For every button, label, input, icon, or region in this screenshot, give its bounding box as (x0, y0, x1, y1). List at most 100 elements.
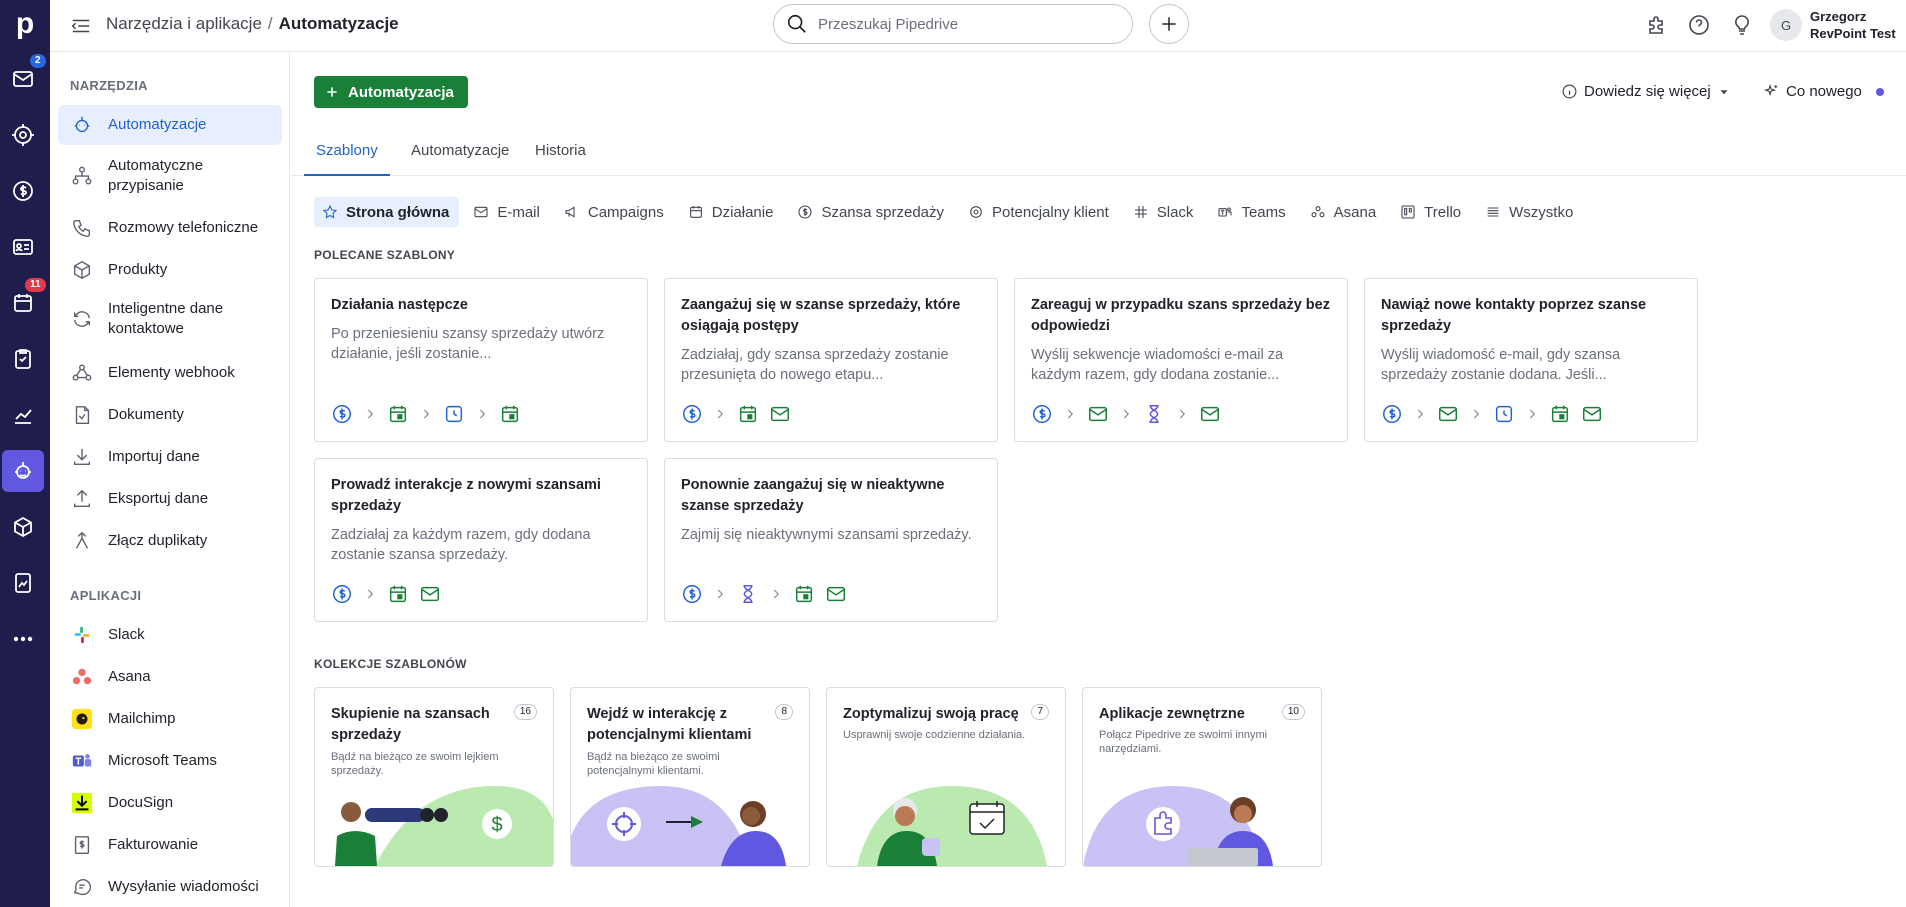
category-chips: Strona główna E-mail Campaigns Działanie… (314, 197, 1589, 227)
info-icon (1562, 84, 1577, 99)
sparkle-icon (1763, 83, 1778, 97)
more-icon[interactable] (2, 618, 44, 660)
collection-description: Połącz Pipedrive ze swoimi innymi narzęd… (1099, 729, 1268, 755)
collection-card[interactable]: Aplikacje zewnętrzne 10 Połącz Pipedrive… (1082, 687, 1322, 867)
sidebar-item-invoicing[interactable]: Fakturowanie (58, 825, 282, 865)
learn-more-dropdown[interactable]: Dowiedz się więcej (1561, 83, 1731, 100)
chip-email[interactable]: E-mail (465, 197, 550, 227)
collection-description: Bądź na bieżąco ze swoim lejkiem sprzeda… (331, 751, 499, 777)
breadcrumb: Narzędzia i aplikacje / Automatyzacje (106, 14, 399, 34)
mail-badge: 2 (30, 54, 46, 68)
tips-lightbulb-icon[interactable] (1730, 13, 1754, 37)
slack-icon (1134, 206, 1147, 218)
breadcrumb-parent[interactable]: Narzędzia i aplikacje (106, 14, 262, 33)
products-box-icon[interactable] (2, 506, 44, 548)
sidebar-item-merge-duplicates[interactable]: Złącz duplikaty (58, 521, 282, 561)
whats-new-label: Co nowego (1786, 83, 1862, 100)
collection-count-badge: 8 (775, 704, 793, 720)
user-company: RevPoint Test (1810, 26, 1896, 41)
template-flow (681, 403, 791, 425)
collapse-menu-icon[interactable] (70, 15, 92, 37)
template-card[interactable]: Działania następcze Po przeniesieniu sza… (314, 278, 648, 442)
template-title: Ponownie zaangażuj się w nieaktywne szan… (681, 477, 945, 514)
deal-dollar-icon (683, 405, 701, 423)
template-card[interactable]: Nawiąż nowe kontakty poprzez szanse sprz… (1364, 278, 1698, 442)
avatar[interactable]: G (1770, 9, 1802, 41)
sidebar-item-slack[interactable]: Slack (58, 615, 282, 655)
tasks-clipboard-icon[interactable] (2, 338, 44, 380)
chip-trello[interactable]: Trello (1392, 197, 1471, 227)
chip-label: Działanie (711, 203, 774, 221)
chip-teams[interactable]: Teams (1209, 197, 1295, 227)
chip-slack[interactable]: Slack (1125, 197, 1204, 227)
main-content: Automatyzacja Dowiedz się więcej Co nowe… (291, 52, 1906, 907)
tab-templates[interactable]: Szablony (304, 136, 390, 176)
sidebar-item-import[interactable]: Importuj dane (58, 437, 282, 477)
search-icon (787, 14, 806, 33)
user-account[interactable]: Grzegorz RevPoint Test (1810, 8, 1896, 42)
chip-home[interactable]: Strona główna (314, 197, 460, 227)
chevron-right-icon (773, 589, 779, 599)
deals-dollar-icon[interactable] (2, 170, 44, 212)
chevron-right-icon (367, 589, 373, 599)
search-box[interactable] (773, 4, 1133, 44)
template-flow (1381, 403, 1603, 425)
sidebar-item-messaging[interactable]: Wysyłanie wiadomości (58, 867, 282, 907)
leads-target-icon[interactable] (2, 114, 44, 156)
sidebar-item-calls[interactable]: Rozmowy telefoniczne (58, 208, 282, 248)
help-icon[interactable] (1687, 13, 1711, 37)
chevron-right-icon (367, 409, 373, 419)
collection-card[interactable]: Wejdź w interakcję z potencjalnymi klien… (570, 687, 810, 867)
sidebar-item-mailchimp[interactable]: Mailchimp (58, 699, 282, 739)
optimize-illustration (857, 786, 1047, 866)
sidebar-item-auto-assignment[interactable]: Automatyczne przypisanie (58, 152, 282, 200)
sidebar-item-asana[interactable]: Asana (58, 657, 282, 697)
quick-add-button[interactable] (1149, 4, 1189, 44)
search-input[interactable] (818, 15, 1118, 33)
sidebar-item-automations[interactable]: Automatyzacje (58, 105, 282, 145)
tab-automations[interactable]: Automatyzacje (399, 136, 521, 176)
sidebar-item-label: Fakturowanie (108, 836, 199, 853)
tab-history[interactable]: Historia (523, 136, 598, 176)
chip-all[interactable]: Wszystko (1477, 197, 1583, 227)
sidebar-item-webhooks[interactable]: Elementy webhook (58, 353, 282, 393)
pipedrive-logo[interactable]: p (10, 6, 40, 42)
sidebar-item-products[interactable]: Produkty (58, 250, 282, 290)
sidebar-item-docusign[interactable]: DocuSign (58, 783, 282, 823)
slack-icon (70, 623, 94, 647)
box-icon (70, 258, 94, 282)
template-card[interactable]: Ponownie zaangażuj się w nieaktywne szan… (664, 458, 998, 622)
sidebar-item-export[interactable]: Eksportuj dane (58, 479, 282, 519)
sidebar-item-documents[interactable]: Dokumenty (58, 395, 282, 435)
email-icon (421, 586, 439, 602)
add-automation-button[interactable]: Automatyzacja (314, 76, 468, 108)
template-card[interactable]: Zaangażuj się w szanse sprzedaży, które … (664, 278, 998, 442)
chip-deal[interactable]: Szansa sprzedaży (789, 197, 954, 227)
chip-lead[interactable]: Potencjalny klient (960, 197, 1119, 227)
email-icon (771, 406, 789, 422)
chip-asana[interactable]: Asana (1302, 197, 1387, 227)
template-card[interactable]: Zareaguj w przypadku szans sprzedaży bez… (1014, 278, 1348, 442)
chip-campaigns[interactable]: Campaigns (556, 197, 674, 227)
chip-label: Wszystko (1509, 203, 1574, 221)
contacts-card-icon[interactable] (2, 226, 44, 268)
invoice-icon (70, 833, 94, 857)
deals-illustration: $ (335, 786, 553, 866)
whats-new-button[interactable]: Co nowego (1763, 83, 1884, 100)
chevron-right-icon (479, 409, 485, 419)
automations-robot-icon[interactable] (2, 450, 44, 492)
collection-card[interactable]: Skupienie na szansach sprzedaży 16 Bądź … (314, 687, 554, 867)
template-card[interactable]: Prowadź interakcje z nowymi szansami spr… (314, 458, 648, 622)
sidebar-item-label: Inteligentne dane kontaktowe (108, 300, 224, 337)
trello-icon (1401, 205, 1415, 219)
collection-card[interactable]: Zoptymalizuj swoją pracę 7 Usprawnij swo… (826, 687, 1066, 867)
reports-doc-icon[interactable] (2, 562, 44, 604)
marketplace-puzzle-icon[interactable] (1645, 13, 1669, 37)
sidebar-item-microsoft-teams[interactable]: Microsoft Teams (58, 741, 282, 781)
sidebar-item-smart-contact-data[interactable]: Inteligentne dane kontaktowe (58, 295, 282, 343)
sidebar-item-label: Eksportuj dane (108, 490, 209, 507)
insights-chart-icon[interactable] (2, 394, 44, 436)
sidebar-item-label: Produkty (108, 261, 168, 278)
chip-activity[interactable]: Działanie (680, 197, 784, 227)
left-rail: p 2 11 (0, 0, 50, 907)
